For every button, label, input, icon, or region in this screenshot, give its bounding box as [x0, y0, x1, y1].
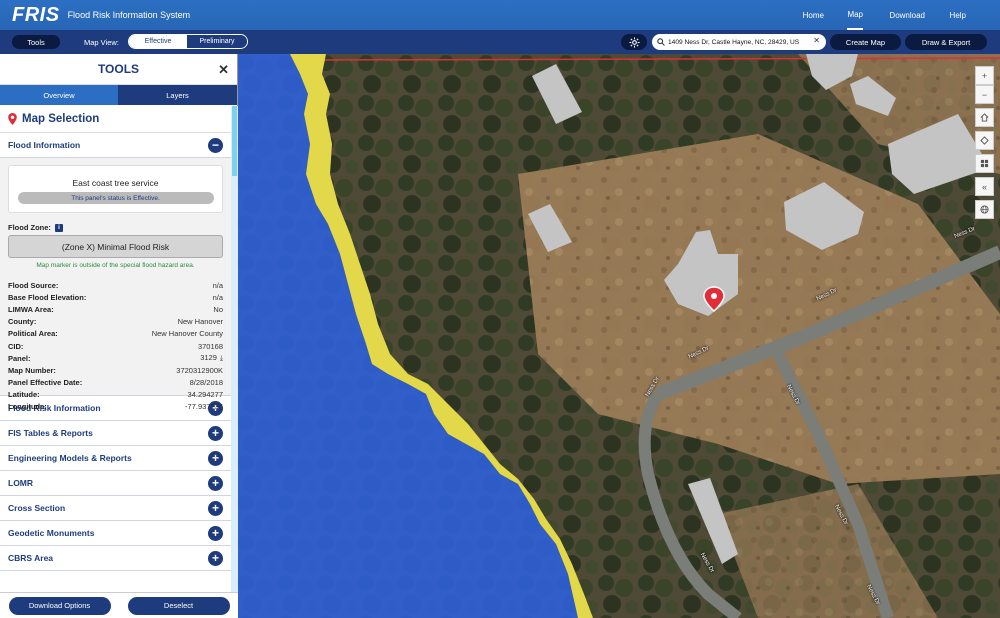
info-icon[interactable]: i — [54, 223, 63, 232]
expand-plus-icon[interactable]: + — [208, 475, 223, 491]
property-row: Flood Source: n/a — [8, 280, 223, 290]
double-chevron-left-icon: « — [981, 181, 987, 192]
top-header: FRIS Flood Risk Information System Home … — [0, 0, 1000, 30]
gear-icon — [628, 36, 640, 48]
scrollbar-thumb[interactable] — [232, 106, 237, 176]
map-controls: + − « — [975, 66, 994, 223]
flood-zone-note: Map marker is outside of the special flo… — [36, 262, 195, 269]
home-icon — [980, 113, 989, 122]
map-selection-title: Map Selection — [0, 106, 231, 133]
globe-icon — [980, 205, 989, 214]
section-cbrs-area[interactable]: CBRS Area + — [0, 546, 231, 571]
settings-button[interactable] — [621, 34, 647, 50]
tools-panel-footer: Download Options Deselect — [0, 592, 238, 618]
tools-button[interactable]: Tools — [12, 35, 60, 49]
globe-button[interactable] — [975, 200, 994, 219]
property-row: Base Flood Elevation: n/a — [8, 292, 223, 302]
property-row: LIMWA Area: No — [8, 304, 223, 314]
property-row: CID: 370168 — [8, 341, 223, 351]
nav-home[interactable]: Home — [803, 0, 824, 30]
grid-icon — [980, 159, 989, 168]
flood-zone-value: (Zone X) Minimal Flood Risk — [8, 235, 223, 258]
home-button[interactable] — [975, 108, 994, 127]
map-canvas[interactable]: Ness Dr Ness Dr Ness Dr Ness Dr Ness Dr … — [238, 54, 1000, 618]
map-view-preliminary[interactable]: Preliminary — [187, 35, 247, 48]
property-row: Political Area: New Hanover County — [8, 329, 223, 339]
search-icon — [657, 38, 665, 46]
section-engineering-models[interactable]: Engineering Models & Reports + — [0, 446, 231, 471]
map-selection-label: Map Selection — [22, 113, 100, 125]
collapse-minus-icon[interactable]: − — [208, 137, 223, 153]
diamond-icon — [980, 136, 989, 145]
zoom-in-button[interactable]: + — [975, 66, 994, 85]
property-row: Longitude: -77.937736 — [8, 402, 223, 412]
section-cross-section[interactable]: Cross Section + — [0, 496, 231, 521]
expand-plus-icon[interactable]: + — [208, 425, 223, 441]
tab-overview[interactable]: Overview — [0, 85, 118, 105]
app-subtitle: Flood Risk Information System — [67, 10, 191, 20]
download-icon[interactable]: ⤓ — [220, 355, 223, 362]
property-row: Latitude: 34.294277 — [8, 390, 223, 400]
flood-properties: Flood Source: n/a Base Flood Elevation: n/… — [8, 279, 223, 413]
tools-panel-content[interactable]: Map Selection Flood Information − East c… — [0, 106, 238, 592]
nav-download[interactable]: Download — [889, 0, 925, 30]
map-view-label: Map View: — [84, 38, 119, 47]
panel-card-title: East coast tree service — [72, 178, 159, 188]
tools-panel: TOOLS ✕ Overview Layers Map Selection Fl… — [0, 54, 238, 618]
expand-plus-icon[interactable]: + — [208, 450, 223, 466]
expand-plus-icon[interactable]: + — [208, 500, 223, 516]
expand-plus-icon[interactable]: + — [208, 550, 223, 566]
locate-button[interactable] — [975, 131, 994, 150]
aerial-imagery — [238, 54, 1000, 618]
flood-information-body: East coast tree service This panel's sta… — [0, 158, 231, 411]
flood-zone-label: Flood Zone: i — [8, 223, 223, 232]
create-map-button[interactable]: Create Map — [830, 34, 901, 50]
basemap-button[interactable] — [975, 154, 994, 173]
tools-panel-title: TOOLS — [97, 62, 140, 76]
tools-tabs: Overview Layers — [0, 85, 237, 105]
address-search: ✕ — [652, 34, 826, 50]
zoom-out-button[interactable]: − — [975, 85, 994, 104]
expand-plus-icon[interactable]: + — [208, 525, 223, 541]
nav-help[interactable]: Help — [950, 0, 966, 30]
deselect-button[interactable]: Deselect — [127, 596, 230, 615]
search-input[interactable] — [668, 38, 808, 46]
draw-export-button[interactable]: Draw & Export — [905, 34, 987, 50]
status-badge: This panel's status is Effective. — [17, 192, 214, 204]
clear-search-icon[interactable]: ✕ — [813, 36, 820, 45]
panel-card: East coast tree service This panel's sta… — [8, 165, 223, 213]
property-row: Panel Effective Date: 8/28/2018 — [8, 378, 223, 388]
section-geodetic-monuments[interactable]: Geodetic Monuments + — [0, 521, 231, 546]
download-options-button[interactable]: Download Options — [8, 596, 111, 615]
section-fis-tables-reports[interactable]: FIS Tables & Reports + — [0, 421, 231, 446]
map-view-effective[interactable]: Effective — [129, 35, 187, 48]
flood-information-header[interactable]: Flood Information − — [0, 133, 231, 158]
map-pin-icon — [8, 113, 17, 125]
flood-information-label: Flood Information — [8, 140, 81, 150]
collapse-button[interactable]: « — [975, 177, 994, 196]
tools-panel-header: TOOLS ✕ — [0, 54, 237, 85]
nav-map[interactable]: Map — [847, 0, 863, 30]
property-row: Map Number: 3720312900K — [8, 365, 223, 375]
section-lomr[interactable]: LOMR + — [0, 471, 231, 496]
tab-layers[interactable]: Layers — [118, 85, 237, 105]
fris-logo[interactable]: FRIS — [12, 4, 60, 27]
map-toolbar: Tools Map View: Effective Preliminary ✕ … — [0, 30, 1000, 54]
scrollbar-track[interactable] — [231, 106, 238, 592]
property-row: Panel: 3129 ⤓ — [8, 353, 223, 363]
map-view-toggle: Effective Preliminary — [128, 34, 248, 49]
close-icon[interactable]: ✕ — [218, 62, 229, 78]
property-row: County: New Hanover — [8, 317, 223, 327]
